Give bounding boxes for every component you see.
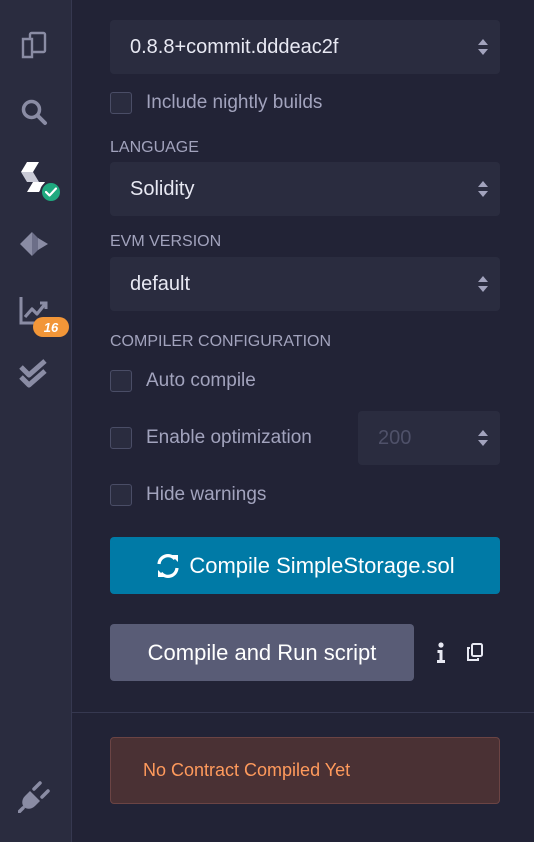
copy-icon[interactable] — [464, 640, 486, 664]
select-arrows-icon — [478, 39, 488, 55]
compiled-check-icon — [40, 181, 62, 203]
select-arrows-icon — [478, 181, 488, 197]
analysis-count-badge: 16 — [33, 317, 69, 337]
optimization-runs-input[interactable]: 200 — [358, 411, 500, 465]
hide-warnings-checkbox[interactable] — [110, 484, 132, 506]
stepper-arrows-icon[interactable] — [478, 430, 488, 446]
optimization-checkbox[interactable] — [110, 427, 132, 449]
hide-warnings-row[interactable]: Hide warnings — [110, 484, 266, 506]
panel-divider — [72, 712, 534, 713]
auto-compile-label: Auto compile — [146, 370, 256, 391]
plugin-manager-icon[interactable] — [17, 780, 51, 814]
evm-version-value: default — [130, 272, 191, 295]
compile-status-text: No Contract Compiled Yet — [143, 760, 351, 780]
select-arrows-icon — [478, 276, 488, 292]
nightly-builds-row[interactable]: Include nightly builds — [110, 92, 322, 114]
deploy-run-icon[interactable] — [17, 227, 51, 261]
compiler-configuration-label: COMPILER CONFIGURATION — [110, 333, 332, 350]
language-value: Solidity — [130, 177, 195, 200]
optimization-label: Enable optimization — [146, 427, 312, 448]
compiler-version-select[interactable]: 0.8.8+commit.dddeac2f — [110, 20, 500, 74]
info-icon[interactable] — [430, 640, 452, 666]
icon-sidebar: 16 — [0, 0, 72, 842]
compiler-version-value: 0.8.8+commit.dddeac2f — [130, 35, 339, 58]
language-label: LANGUAGE — [110, 139, 199, 156]
evm-version-label: EVM VERSION — [110, 233, 222, 250]
auto-compile-row[interactable]: Auto compile — [110, 370, 256, 392]
language-select[interactable]: Solidity — [110, 162, 500, 216]
search-icon[interactable] — [17, 95, 51, 129]
auto-compile-checkbox[interactable] — [110, 370, 132, 392]
run-script-button-label: Compile and Run script — [147, 639, 377, 665]
nightly-builds-checkbox[interactable] — [110, 92, 132, 114]
runs-value: 200 — [378, 426, 412, 449]
optimization-row[interactable]: Enable optimization — [110, 427, 312, 449]
hide-warnings-label: Hide warnings — [146, 484, 267, 505]
compile-run-script-button[interactable]: Compile and Run script — [110, 624, 414, 681]
compile-status-alert: No Contract Compiled Yet — [110, 737, 500, 804]
evm-version-select[interactable]: default — [110, 257, 500, 311]
compiler-panel: 0.8.8+commit.dddeac2f Include nightly bu… — [72, 0, 534, 842]
refresh-icon — [157, 553, 179, 578]
compile-button[interactable]: Compile SimpleStorage.sol — [110, 537, 500, 594]
nightly-builds-label: Include nightly builds — [146, 92, 323, 113]
file-explorer-icon[interactable] — [17, 28, 51, 62]
unit-testing-icon[interactable] — [17, 358, 51, 392]
compile-button-label: Compile SimpleStorage.sol — [189, 552, 455, 578]
